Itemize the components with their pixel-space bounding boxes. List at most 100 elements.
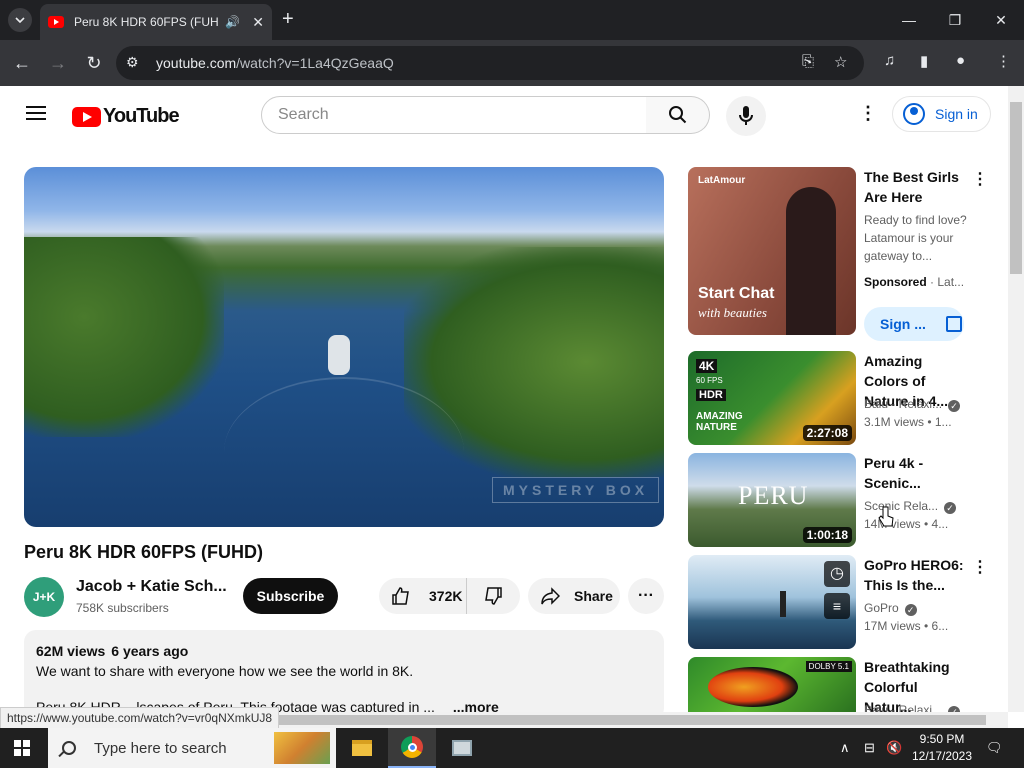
video-frame-shore-left	[24, 237, 224, 437]
ad-text: Ready to find love? Latamour is your gat…	[864, 213, 967, 263]
video-frame-boat	[328, 335, 350, 375]
external-link-icon	[945, 316, 962, 332]
file-explorer-icon[interactable]	[338, 728, 386, 768]
media-control-icon[interactable]: ♫	[884, 52, 895, 69]
watch-later-icon[interactable]: ◷	[824, 561, 850, 587]
subscribe-button[interactable]: Subscribe	[243, 578, 338, 614]
browser-toolbar: ← → ↻ ⚙ youtube.com/watch?v=1La4QzGeaaQ …	[0, 40, 1024, 86]
sign-in-button[interactable]: Sign in	[892, 96, 991, 132]
channel-name[interactable]: Balu - Relaxi... ✓	[864, 395, 961, 413]
account-icon	[903, 103, 925, 125]
video-duration: 1:00:18	[802, 527, 852, 543]
minimize-button[interactable]: —	[886, 0, 932, 40]
chevron-down-icon	[15, 17, 25, 23]
browser-tab-bar: Peru 8K HDR 60FPS (FUHD) 🔊 ✕ + — ❐ ✕	[0, 0, 1024, 40]
youtube-logo[interactable]: YouTube	[72, 105, 180, 128]
ad-brand: LatAmour	[698, 175, 746, 186]
channel-name[interactable]: Balu - Relaxi... ✓	[864, 701, 961, 712]
bookmark-star-icon[interactable]: ☆	[834, 53, 847, 71]
guide-menu-icon[interactable]	[26, 106, 46, 120]
thumbnail-bird	[708, 667, 798, 707]
sidebar-video-item[interactable]: ◷ ≡ GoPro HERO6: This Is the... GoPro ✓ 1…	[688, 555, 1008, 651]
view-stats: 62M views 6 years ago	[36, 643, 189, 659]
restore-button[interactable]: ❐	[932, 0, 978, 40]
channel-name[interactable]: Jacob + Katie Sch...	[76, 578, 226, 596]
close-window-button[interactable]: ✕	[978, 0, 1024, 40]
address-bar[interactable]: ⚙ youtube.com/watch?v=1La4QzGeaaQ ⎘ ☆	[116, 46, 864, 80]
windows-taskbar: Type here to search ∧ ⊟ 🔇 9:50 PM 12/17/…	[0, 728, 1024, 768]
ad-sponsored-line: Sponsored · Lat...	[864, 275, 965, 289]
tab-search-button[interactable]	[8, 8, 32, 32]
scrollbar-thumb[interactable]	[1010, 102, 1022, 274]
video-thumbnail[interactable]: ◷ ≡	[688, 555, 856, 649]
channel-avatar[interactable]: J+K	[24, 577, 64, 617]
ad-figure	[786, 187, 836, 335]
share-button[interactable]: Share	[528, 578, 620, 614]
subscriber-count: 758K subscribers	[76, 601, 169, 615]
show-hidden-icons-icon[interactable]: ∧	[840, 740, 850, 756]
like-button[interactable]: 372K	[379, 578, 467, 614]
description-line: We want to share with everyone how we se…	[36, 663, 414, 679]
microphone-icon	[739, 106, 753, 125]
side-panel-icon[interactable]: ▮	[920, 52, 928, 70]
volume-muted-icon[interactable]: 🔇	[886, 740, 902, 756]
youtube-header: YouTube Search ⋮ Sign in	[0, 86, 1008, 142]
search-input[interactable]: Search	[261, 96, 647, 134]
video-watermark: MYSTERY BOX	[492, 477, 660, 503]
channel-name[interactable]: GoPro ✓	[864, 599, 917, 617]
notifications-icon[interactable]: 🗨	[986, 740, 1003, 756]
video-thumbnail[interactable]: DOLBY 5.1	[688, 657, 856, 712]
search-icon	[62, 741, 76, 755]
profile-icon[interactable]: ●	[956, 52, 965, 69]
video-title[interactable]: Peru 4k - Scenic...	[864, 453, 968, 493]
youtube-favicon-icon	[48, 16, 64, 28]
new-tab-button[interactable]: +	[282, 8, 294, 30]
url-text[interactable]: youtube.com/watch?v=1La4QzGeaaQ	[156, 55, 394, 71]
remote-desktop-icon[interactable]	[438, 728, 486, 768]
system-clock[interactable]: 9:50 PM 12/17/2023	[906, 731, 978, 765]
reload-button[interactable]: ↻	[82, 51, 106, 75]
ad-menu-icon[interactable]: ⋮	[972, 169, 988, 189]
settings-menu-icon[interactable]: ⋮	[859, 103, 877, 124]
chrome-icon[interactable]	[388, 728, 436, 768]
network-icon[interactable]: ⊟	[864, 740, 875, 756]
ad-cta-button[interactable]: Sign ...	[864, 307, 964, 341]
video-thumbnail[interactable]: PERU 1:00:18	[688, 453, 856, 547]
video-menu-icon[interactable]: ⋮	[972, 557, 988, 577]
search-button[interactable]	[646, 96, 710, 134]
sidebar-ad-card[interactable]: LatAmour Start Chat with beauties The Be…	[688, 167, 1008, 341]
thumbnail-figure	[780, 591, 786, 617]
verified-icon: ✓	[904, 604, 917, 616]
video-thumbnail[interactable]: 4K 60 FPS HDR AMAZING NATURE 2:27:08	[688, 351, 856, 445]
share-icon	[541, 587, 560, 605]
browser-tab-active[interactable]: Peru 8K HDR 60FPS (FUHD) 🔊 ✕	[40, 4, 272, 40]
vertical-scrollbar[interactable]	[1008, 86, 1024, 712]
site-info-icon[interactable]: ⚙	[126, 54, 139, 71]
browser-menu-icon[interactable]: ⋮	[996, 52, 1011, 70]
status-bar-url: https://www.youtube.com/watch?v=vr0qNXmk…	[0, 707, 280, 729]
install-app-icon[interactable]: ⎘	[802, 53, 814, 70]
video-frame-wake	[224, 377, 464, 527]
windows-start-icon[interactable]	[14, 740, 30, 756]
video-stats: 14M views • 4...	[864, 517, 949, 531]
sidebar-video-item[interactable]: 4K 60 FPS HDR AMAZING NATURE 2:27:08 Ama…	[688, 351, 1008, 447]
ad-thumbnail[interactable]: LatAmour Start Chat with beauties	[688, 167, 856, 335]
close-tab-icon[interactable]: ✕	[252, 14, 264, 31]
dislike-button[interactable]	[467, 586, 519, 606]
voice-search-button[interactable]	[726, 96, 766, 136]
video-title[interactable]: GoPro HERO6: This Is the...	[864, 555, 968, 595]
add-to-queue-icon[interactable]: ≡	[824, 593, 850, 619]
ad-title[interactable]: The Best Girls Are Here	[864, 167, 968, 207]
back-button[interactable]: ←	[10, 51, 34, 75]
forward-button[interactable]: →	[46, 51, 70, 75]
sidebar-video-item[interactable]: PERU 1:00:18 Peru 4k - Scenic... Scenic …	[688, 453, 1008, 549]
verified-icon: ✓	[948, 400, 961, 412]
taskbar-search-input[interactable]: Type here to search	[48, 728, 336, 768]
more-actions-button[interactable]: ···	[628, 578, 664, 614]
video-player[interactable]: MYSTERY BOX	[24, 167, 664, 527]
video-stats: 3.1M views • 1...	[864, 415, 952, 429]
ad-overlay-subtext: with beauties	[698, 305, 767, 320]
speaker-icon[interactable]: 🔊	[225, 15, 240, 29]
video-duration: 2:27:08	[802, 425, 852, 441]
sidebar-video-item[interactable]: DOLBY 5.1 Breathtaking Colorful Natur...…	[688, 657, 1008, 712]
